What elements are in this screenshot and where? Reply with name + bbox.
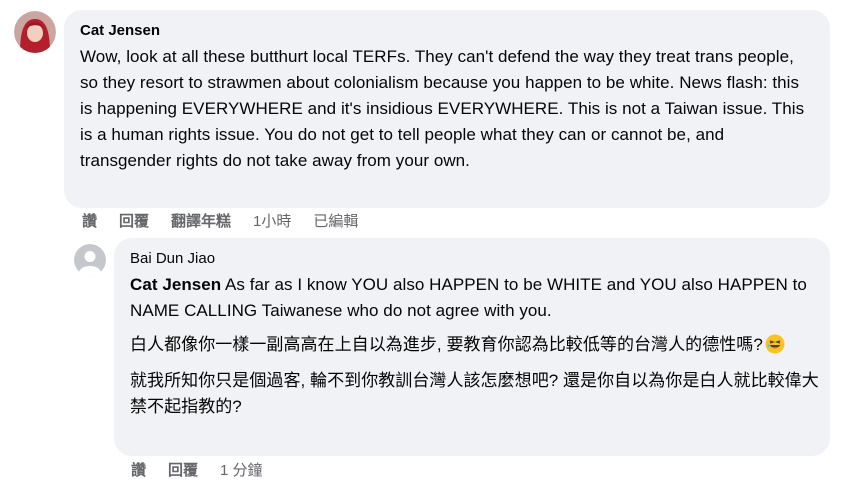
profile-photo (14, 11, 56, 53)
like-button[interactable]: 讚 (82, 210, 97, 231)
comment-text: Wow, look at all these butthurt local TE… (80, 47, 805, 170)
comment-cat-jensen: Cat Jensen Wow, look at all these butthu… (0, 0, 844, 240)
reply-author[interactable]: Bai Dun Jiao (130, 249, 814, 269)
reply-button[interactable]: 回覆 (119, 210, 149, 231)
reply-text-1: As far as I know YOU also HAPPEN to be W… (130, 275, 807, 320)
mention-link[interactable]: Cat Jensen (130, 275, 221, 294)
laughing-emoji-icon (765, 334, 785, 354)
reply-text-3: 就我所知你只是個過客, 輪不到你教訓台灣人該怎麼想吧? 還是你自以為你是白人就比… (130, 371, 819, 416)
reply-paragraph-3: 就我所知你只是個過客, 輪不到你教訓台灣人該怎麼想吧? 還是你自以為你是白人就比… (130, 368, 820, 420)
reply-bai-dun-jiao: Bai Dun Jiao Cat Jensen As far as I know… (0, 236, 844, 485)
reply-button[interactable]: 回覆 (168, 459, 198, 480)
edited-label[interactable]: 已編輯 (313, 210, 358, 231)
reply-paragraph-2: 白人都像你一樣一副高高在上自以為進步, 要教育你認為比較低等的台灣人的德性嗎? (130, 332, 820, 358)
comment-bubble: Cat Jensen Wow, look at all these butthu… (64, 10, 830, 208)
translate-button[interactable]: 翻譯年糕 (171, 210, 231, 231)
avatar[interactable] (74, 244, 106, 276)
comment-actions: 讚 回覆 翻譯年糕 1小時 已編輯 (82, 210, 380, 231)
reply-paragraph-1: Cat Jensen As far as I know YOU also HAP… (130, 272, 820, 324)
like-button[interactable]: 讚 (131, 459, 146, 480)
reply-actions: 讚 回覆 1 分鐘 (131, 459, 285, 480)
reply-text-2: 白人都像你一樣一副高高在上自以為進步, 要教育你認為比較低等的台灣人的德性嗎? (130, 335, 763, 354)
avatar[interactable] (14, 11, 56, 53)
default-avatar-icon (74, 244, 106, 276)
comment-author[interactable]: Cat Jensen (80, 21, 814, 41)
timestamp[interactable]: 1小時 (253, 210, 291, 231)
timestamp[interactable]: 1 分鐘 (220, 459, 263, 480)
reply-bubble: Bai Dun Jiao Cat Jensen As far as I know… (114, 238, 830, 456)
